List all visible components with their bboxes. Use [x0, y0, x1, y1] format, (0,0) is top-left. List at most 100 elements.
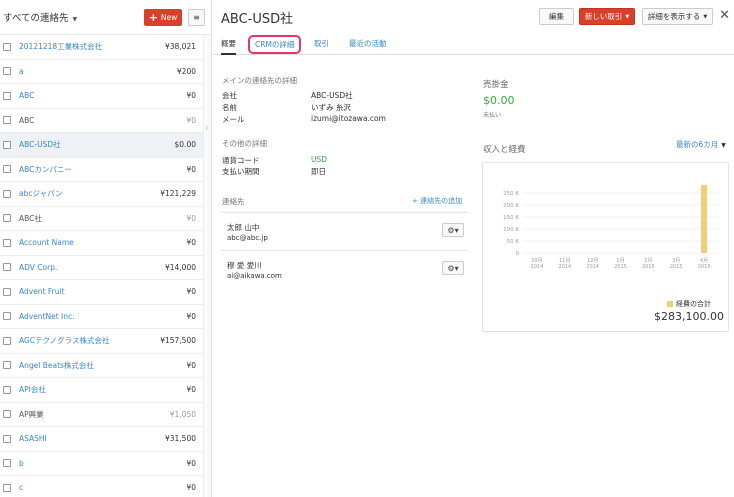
list-scrollbar[interactable]: ⁞	[203, 35, 211, 497]
list-item[interactable]: AP興業 ¥1,050	[0, 403, 203, 427]
contact-name[interactable]: c	[19, 483, 186, 492]
row-checkbox[interactable]	[3, 238, 11, 247]
contact-name[interactable]: abcジャパン	[19, 188, 160, 199]
contact-actions-button[interactable]: ⚙▾	[442, 223, 464, 237]
list-item[interactable]: ABCカンパニー ¥0	[0, 158, 203, 182]
row-checkbox[interactable]	[3, 91, 11, 100]
name-label: 名前	[222, 103, 237, 112]
contact-name[interactable]: ABC	[19, 91, 186, 100]
list-item[interactable]: AdventNet Inc. ¥0	[0, 305, 203, 329]
row-checkbox[interactable]	[3, 165, 11, 174]
list-item[interactable]: Angel Beats株式会社 ¥0	[0, 354, 203, 378]
contact-name[interactable]: Account Name	[19, 238, 186, 247]
legend-label: 経費の合計	[676, 300, 711, 308]
edit-button[interactable]: 編集	[539, 8, 574, 25]
hamburger-icon: ≡	[193, 12, 200, 22]
row-checkbox[interactable]	[3, 214, 11, 223]
list-menu-button[interactable]: ≡	[188, 8, 205, 26]
contact-name[interactable]: API会社	[19, 384, 186, 395]
contact-email: ai@aikawa.com	[227, 272, 282, 280]
contact-name[interactable]: Angel Beats株式会社	[19, 360, 186, 371]
x-tick-label: 2015	[614, 264, 627, 270]
row-checkbox[interactable]	[3, 434, 11, 443]
row-checkbox[interactable]	[3, 287, 11, 296]
tab-overview[interactable]: 概要	[221, 38, 236, 55]
row-checkbox[interactable]	[3, 410, 11, 419]
row-checkbox[interactable]	[3, 189, 11, 198]
row-checkbox[interactable]	[3, 483, 11, 492]
new-button-label: New	[160, 12, 178, 22]
company-value: ABC-USD社	[311, 91, 353, 100]
x-tick-label: 2014	[531, 264, 544, 270]
list-item[interactable]: c ¥0	[0, 476, 203, 497]
show-details-button[interactable]: 詳細を表示する ▼	[642, 8, 713, 25]
list-item[interactable]: API会社 ¥0	[0, 378, 203, 403]
close-icon[interactable]: ✕	[719, 8, 730, 23]
contact-name[interactable]: ASASHI	[19, 434, 165, 443]
tab-recent-activity[interactable]: 最近の活動	[349, 38, 387, 49]
contact-name[interactable]: b	[19, 459, 186, 468]
row-checkbox[interactable]	[3, 42, 11, 51]
list-item[interactable]: a ¥200	[0, 60, 203, 84]
contact-name[interactable]: ADV Corp.	[19, 263, 165, 272]
list-item[interactable]: b ¥0	[0, 452, 203, 476]
name-value: いずみ 糸沢	[311, 103, 351, 112]
tab-crm-details[interactable]: CRMの詳細	[248, 35, 302, 54]
list-item[interactable]: ABC社 ¥0	[0, 207, 203, 231]
tab-deals[interactable]: 取引	[314, 38, 329, 49]
main-contact-section-title: メインの連絡先の詳細	[222, 76, 297, 85]
contact-name: 太郎 山中	[227, 223, 260, 232]
y-tick-label: 50 K	[507, 239, 520, 245]
contact-list: 20121218工業株式会社 ¥38,021 a ¥200 ABC ¥0 ABC ¥0 ABC-…	[0, 35, 203, 497]
other-details-section-title: その他の詳細	[222, 139, 267, 148]
row-checkbox[interactable]	[3, 361, 11, 370]
list-item[interactable]: Account Name ¥0	[0, 231, 203, 256]
add-contact-link[interactable]: + 連絡先の追加	[412, 196, 462, 206]
contacts-section-title: 連絡先	[222, 197, 245, 206]
period-dropdown[interactable]: 最新の6カ月 ▼	[676, 139, 726, 150]
list-item[interactable]: ABC-USD社 $0.00	[0, 133, 203, 158]
contact-amount: ¥0	[186, 287, 196, 297]
x-tick-label: 2015	[642, 264, 655, 270]
list-item[interactable]: ADV Corp. ¥14,000	[0, 256, 203, 280]
row-checkbox[interactable]	[3, 336, 11, 345]
list-item[interactable]: ASASHI ¥31,500	[0, 427, 203, 452]
contact-name[interactable]: AGCテクノグラス株式会社	[19, 335, 160, 346]
contact-name[interactable]: Advent Fruit	[19, 287, 186, 296]
contact-actions-button[interactable]: ⚙▾	[442, 261, 464, 275]
contact-name: ABC社	[19, 213, 42, 223]
list-item[interactable]: ABC ¥0	[0, 109, 203, 133]
y-tick-label: 250 K	[503, 191, 519, 197]
row-checkbox[interactable]	[3, 312, 11, 321]
gear-icon: ⚙▾	[447, 225, 459, 235]
y-tick-label: 200 K	[503, 203, 519, 209]
list-item[interactable]: ABC ¥0	[0, 84, 203, 109]
list-item[interactable]: 20121218工業株式会社 ¥38,021	[0, 35, 203, 60]
contact-name[interactable]: ABCカンパニー	[19, 164, 186, 175]
row-checkbox[interactable]	[3, 140, 11, 149]
contact-amount: $0.00	[174, 140, 196, 150]
list-item[interactable]: abcジャパン ¥121,229	[0, 182, 203, 207]
contact-name[interactable]: a	[19, 67, 177, 76]
payment-term-label: 支払い期間	[222, 167, 260, 176]
page-title: ABC-USD社	[221, 12, 294, 27]
row-checkbox[interactable]	[3, 116, 11, 125]
contact-name[interactable]: 20121218工業株式会社	[19, 41, 165, 52]
contact-name[interactable]: AdventNet Inc.	[19, 312, 186, 321]
contact-name[interactable]: ABC-USD社	[19, 139, 175, 150]
row-checkbox[interactable]	[3, 67, 11, 76]
new-deal-button[interactable]: 新しい取引 ▼	[579, 8, 635, 25]
row-checkbox[interactable]	[3, 263, 11, 272]
list-header: すべての連絡先 ▼ + New ≡	[0, 0, 211, 35]
row-checkbox[interactable]	[3, 459, 11, 468]
list-item[interactable]: Advent Fruit ¥0	[0, 280, 203, 305]
view-selector[interactable]: すべての連絡先 ▼	[3, 10, 144, 24]
y-tick-label: 0	[516, 251, 520, 257]
row-checkbox[interactable]	[3, 385, 11, 394]
view-selector-label: すべての連絡先	[3, 13, 69, 24]
new-contact-button[interactable]: + New	[144, 8, 182, 26]
legend-swatch	[667, 301, 673, 307]
contact-amount: ¥200	[176, 66, 196, 76]
contact-amount: ¥157,500	[160, 336, 196, 346]
list-item[interactable]: AGCテクノグラス株式会社 ¥157,500	[0, 329, 203, 354]
